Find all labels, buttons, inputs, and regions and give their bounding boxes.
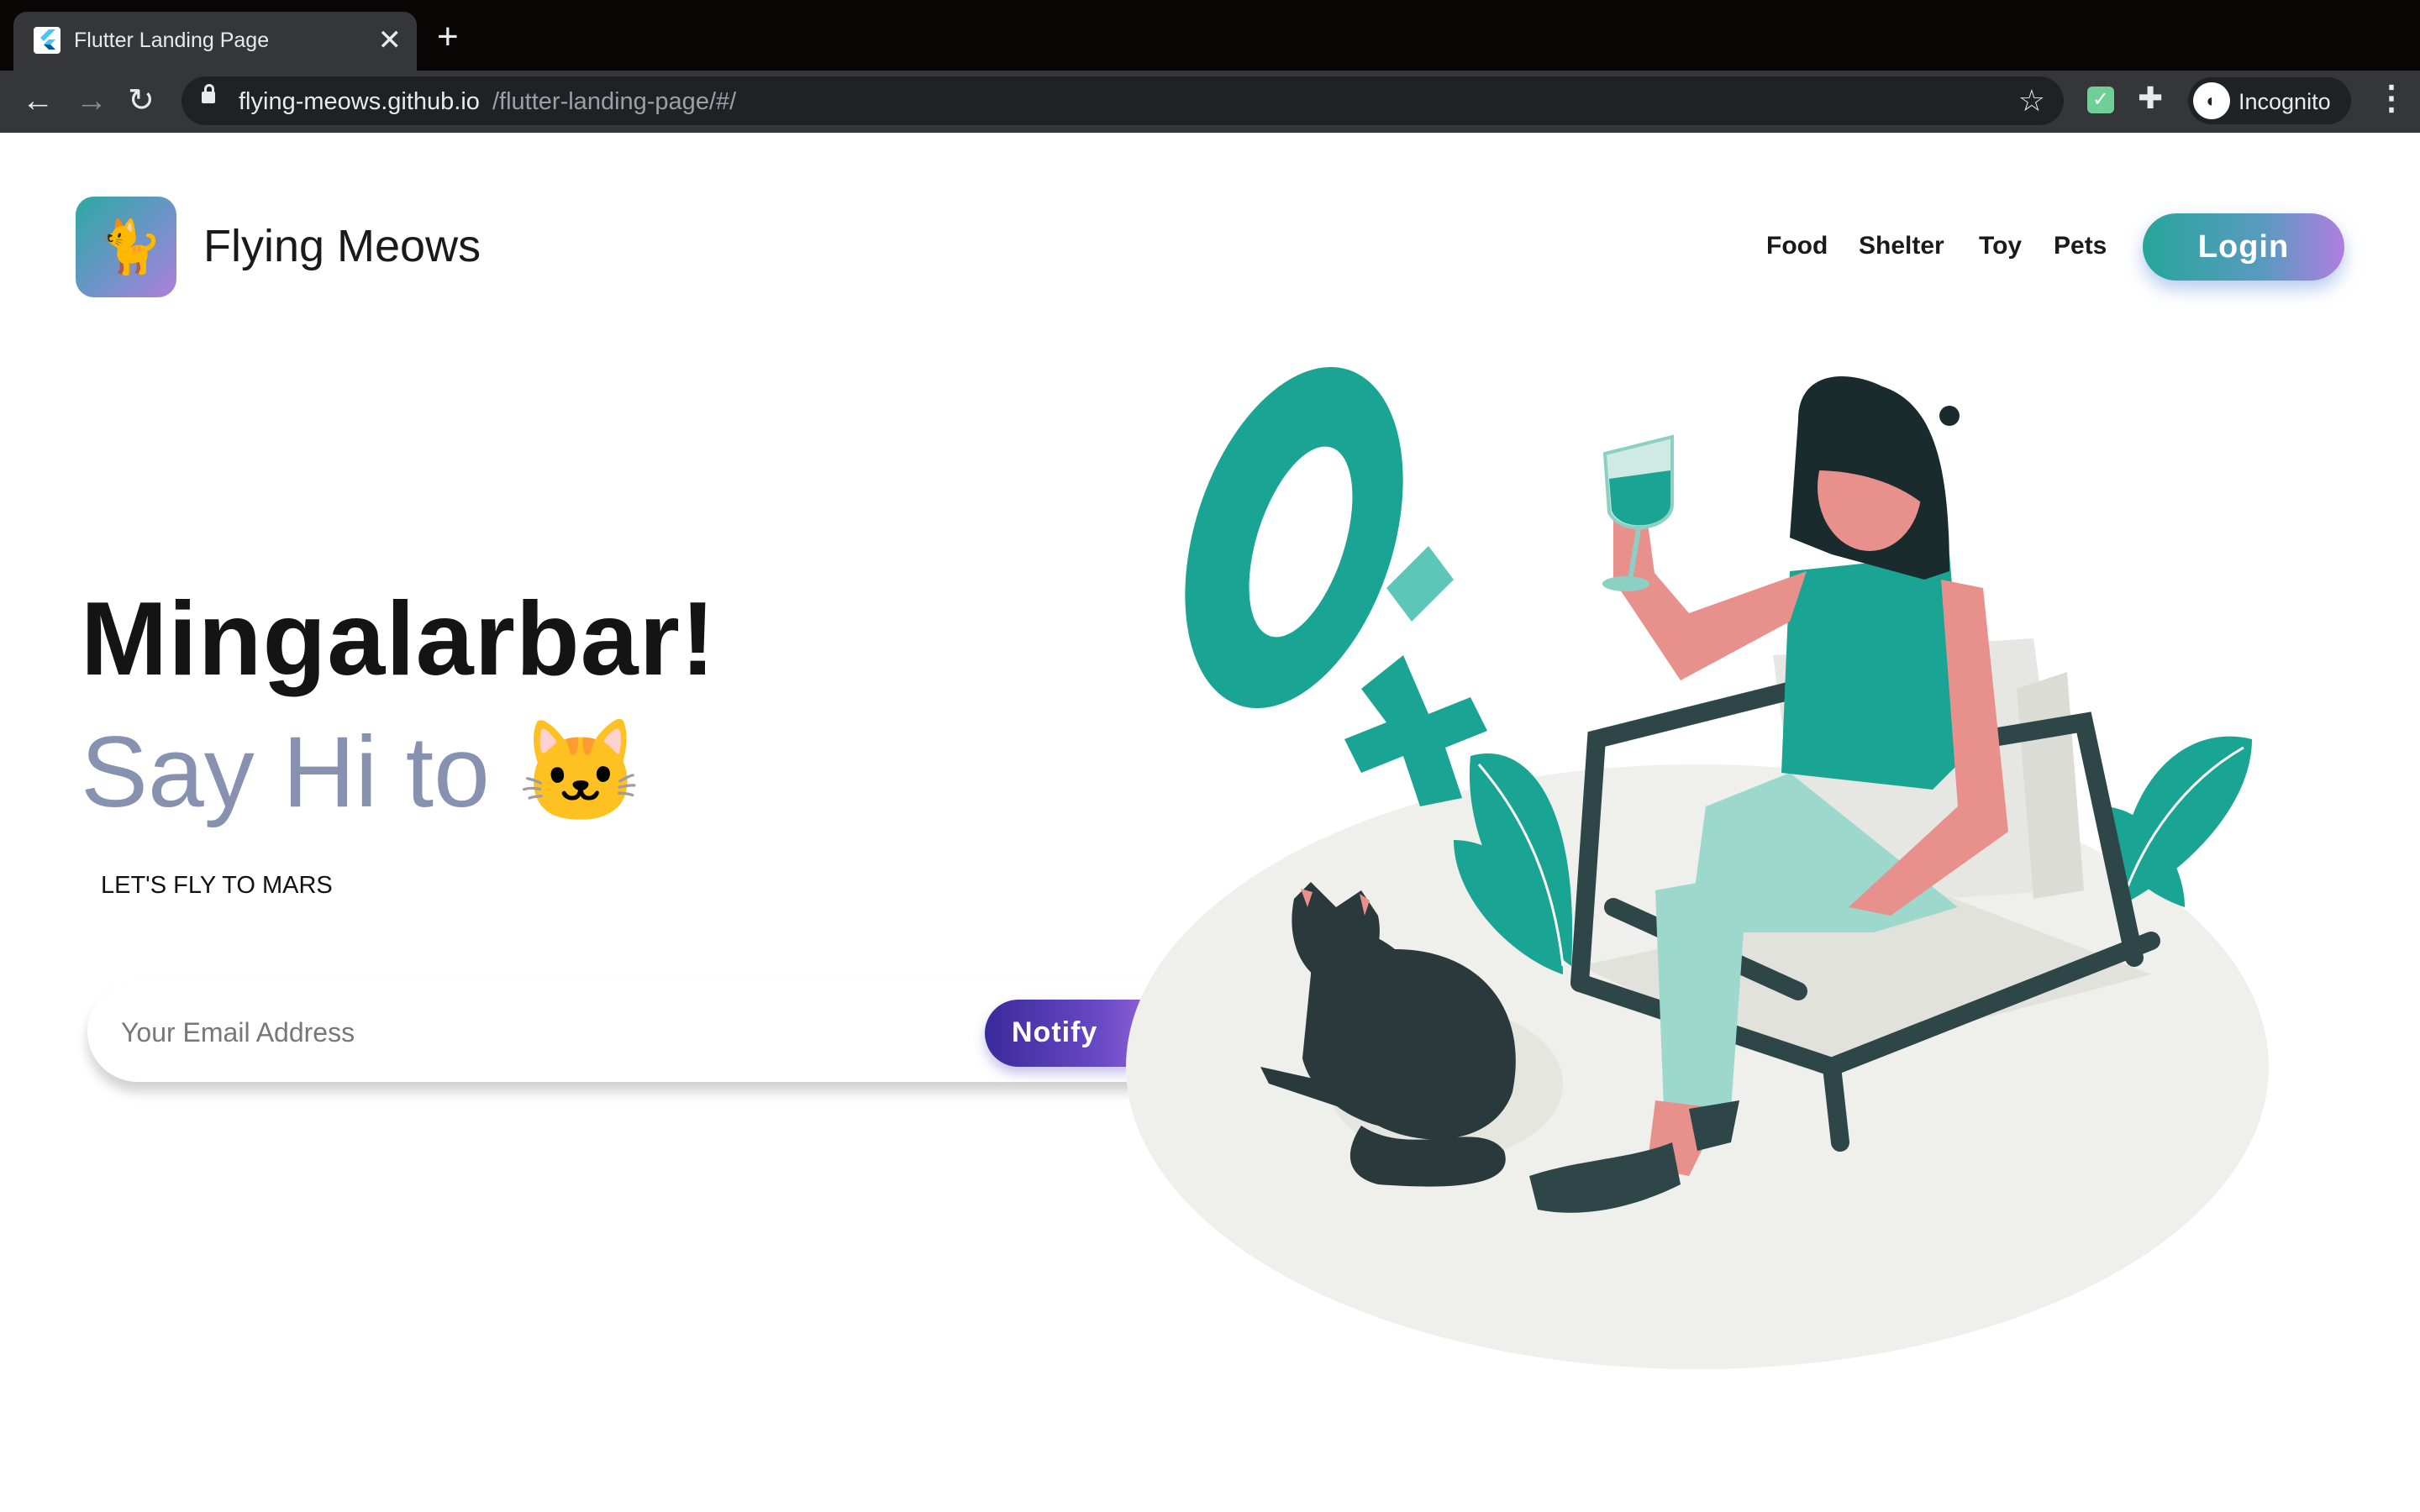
browser-tab-strip: Flutter Landing Page ✕ + bbox=[0, 0, 2420, 71]
url-host: flying-meows.github.io bbox=[239, 88, 480, 115]
nav-link-pets[interactable]: Pets bbox=[2054, 232, 2107, 260]
app-logo[interactable]: 🐈 bbox=[76, 197, 176, 297]
female-symbol-graphic bbox=[1185, 366, 1487, 806]
extensions-puzzle-icon[interactable]: ✚ bbox=[2138, 81, 2163, 116]
url-path: /flutter-landing-page/#/ bbox=[492, 88, 737, 115]
browser-menu-icon[interactable]: ⋮ bbox=[2375, 79, 2408, 118]
bookmark-star-icon[interactable]: ☆ bbox=[2018, 83, 2045, 118]
incognito-profile-button[interactable]: ◐ Incognito bbox=[2188, 77, 2351, 124]
tab-close-icon[interactable]: ✕ bbox=[378, 24, 402, 57]
login-button[interactable]: Login bbox=[2143, 213, 2344, 281]
incognito-label: Incognito bbox=[2238, 89, 2331, 114]
woman-cat-illustration bbox=[1126, 366, 2269, 1369]
email-input[interactable] bbox=[119, 1006, 963, 1058]
incognito-icon: ◐ bbox=[2193, 82, 2230, 119]
back-arrow-icon[interactable]: ← bbox=[22, 84, 54, 118]
hero-tagline: LET'S FLY TO MARS bbox=[101, 872, 333, 899]
reload-icon[interactable]: ↻ bbox=[128, 84, 155, 118]
browser-toolbar: ← → ↻ flying-meows.github.io /flutter-la… bbox=[0, 71, 2420, 133]
brand-name[interactable]: Flying Meows bbox=[203, 220, 481, 272]
flutter-favicon-icon bbox=[34, 27, 60, 54]
browser-tab[interactable]: Flutter Landing Page ✕ bbox=[13, 12, 417, 71]
tab-title: Flutter Landing Page bbox=[74, 29, 270, 52]
nav-link-toy[interactable]: Toy bbox=[1979, 232, 2022, 260]
cat-icon: 🐈 bbox=[97, 218, 163, 276]
nav-link-shelter[interactable]: Shelter bbox=[1859, 232, 1944, 260]
address-bar[interactable]: flying-meows.github.io /flutter-landing-… bbox=[182, 76, 2064, 125]
extension-check-icon[interactable]: ✓ bbox=[2087, 87, 2114, 113]
notify-label: Notify bbox=[1012, 1016, 1098, 1048]
email-signup-form: Notify bbox=[87, 981, 1232, 1082]
new-tab-icon[interactable]: + bbox=[437, 18, 459, 55]
forward-arrow-icon[interactable]: → bbox=[76, 84, 108, 118]
hero-headline: Mingalarbar! bbox=[81, 581, 717, 697]
lock-icon bbox=[202, 84, 215, 103]
hero-subheadline: Say Hi to 🐱 bbox=[81, 716, 644, 828]
nav-link-food[interactable]: Food bbox=[1766, 232, 1828, 260]
